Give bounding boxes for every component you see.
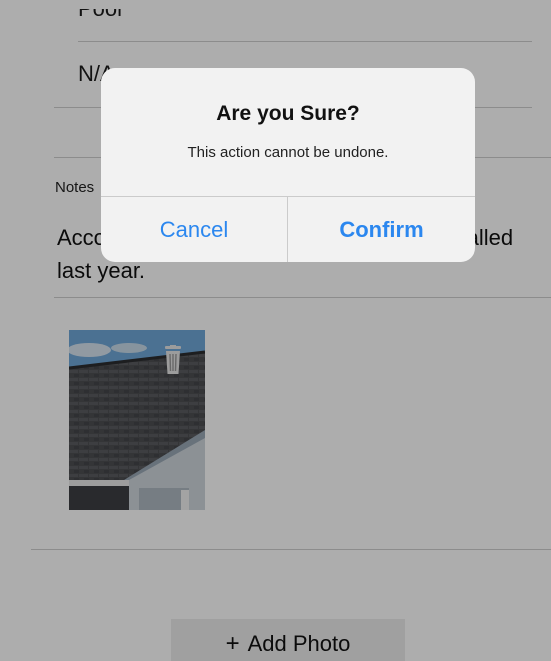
app-screen: Pool N/A Notes According to homeowner th… xyxy=(0,0,551,661)
confirm-button[interactable]: Confirm xyxy=(288,197,475,262)
dialog-message: This action cannot be undone. xyxy=(187,144,389,161)
confirm-dialog: Are you Sure? This action cannot be undo… xyxy=(101,68,475,262)
dialog-title: Are you Sure? xyxy=(216,102,360,125)
cancel-button[interactable]: Cancel xyxy=(101,197,287,262)
